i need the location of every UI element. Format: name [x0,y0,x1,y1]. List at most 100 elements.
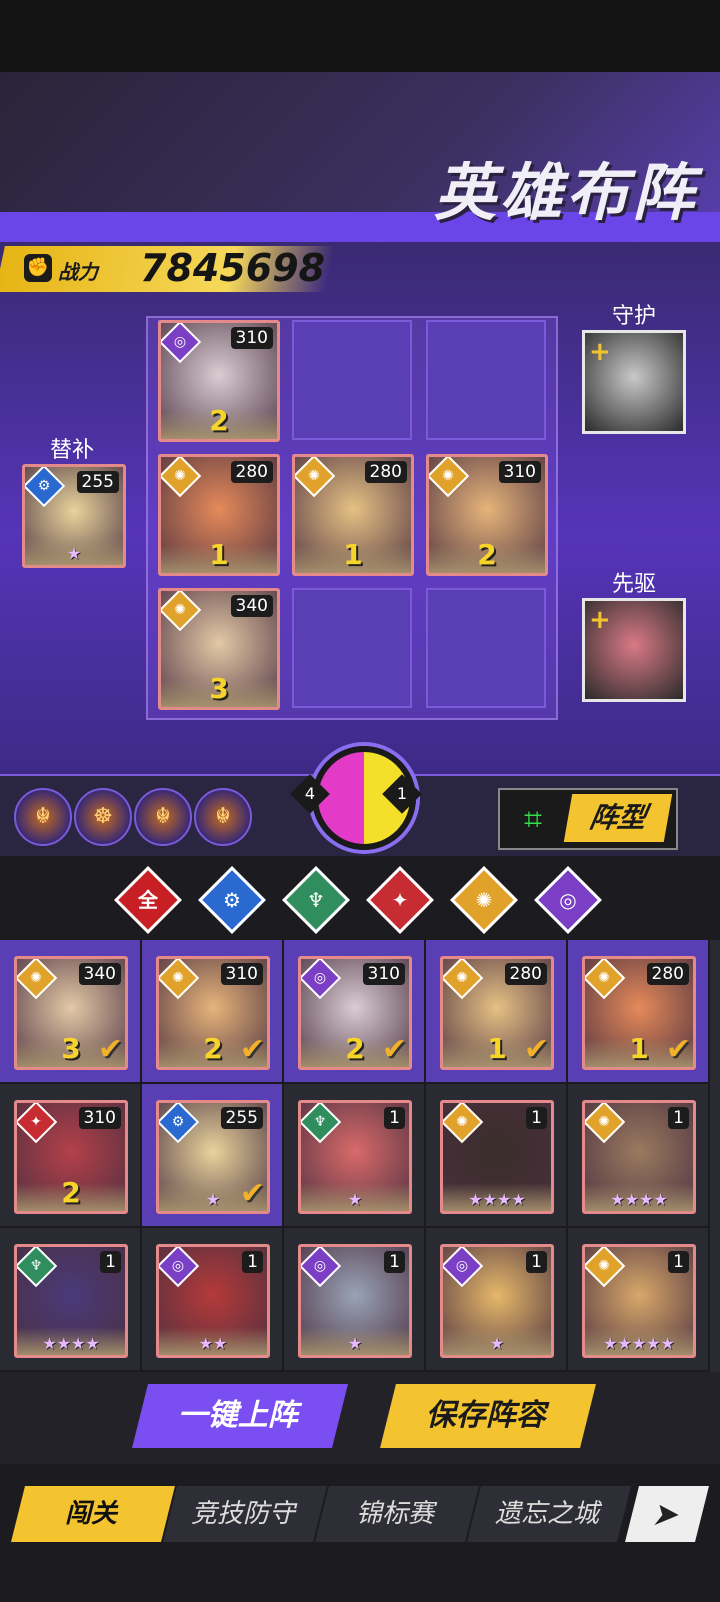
roster-cell[interactable]: ✺ 310 2 ✔ [142,940,284,1084]
filter-element-button[interactable]: ♆ [282,866,350,934]
hero-level: 255 [76,471,119,493]
hero-card[interactable]: ◎ 310 2 [158,320,280,442]
header: 英雄布阵 [0,72,720,242]
element-icon: ✺ [442,468,454,484]
hero-card[interactable]: ✺ 310 2 ✔ [156,956,270,1070]
roster-cell[interactable]: ✺ 280 1 ✔ [568,940,710,1084]
filter-element-button[interactable]: ◎ [534,866,602,934]
vanguard-label: 先驱 [611,572,656,597]
hero-card[interactable]: ✺ 280 1 [292,454,414,576]
hero-card[interactable]: ✺ 280 1 [158,454,280,576]
hero-level: 1 [668,1107,689,1129]
hero-level: 1 [668,1251,689,1273]
element-filter-bar: 全 ⚙ ♆ ✦ ✺ ◎ [0,856,720,940]
hero-card[interactable]: ✺ 1 ★★★★★ [582,1244,696,1358]
roster-cell[interactable]: ◎ 1 ★★ [142,1228,284,1372]
roster-cell[interactable]: ♆ 1 ★ [284,1084,426,1228]
element-icon: ✺ [598,1114,610,1130]
lineup-slot-3[interactable] [426,320,546,440]
hero-card[interactable]: ◎ 310 2 ✔ [298,956,412,1070]
check-icon: ✔ [381,1032,407,1067]
element-icon: ✺ [174,602,186,618]
hero-card[interactable]: ♆ 1 ★ [298,1100,412,1214]
filter-element-button[interactable]: ✦ [366,866,434,934]
hero-level: 280 [230,461,273,483]
auto-deploy-button[interactable]: 一键上阵 [132,1384,348,1448]
tab-4[interactable]: 遗忘之城 [467,1486,631,1542]
save-lineup-button[interactable]: 保存阵容 [380,1384,596,1448]
lineup-slot-2[interactable] [292,320,412,440]
tab-3[interactable]: 锦标赛 [315,1486,479,1542]
lineup-slot-9[interactable] [426,588,546,708]
hero-card[interactable]: ♆ 1 ★★★★ [14,1244,128,1358]
roster-cell[interactable]: ✺ 280 1 ✔ [426,940,568,1084]
vanguard-slot[interactable]: + [582,598,686,702]
hero-card[interactable]: ◎ 1 ★★ [156,1244,270,1358]
element-icon: ✺ [598,1258,610,1274]
hero-card[interactable]: ✺ 280 1 ✔ [440,956,554,1070]
hero-card[interactable]: ✺ 310 2 [426,454,548,576]
roster-cell[interactable]: ✺ 1 ★★★★ [426,1084,568,1228]
hero-card[interactable]: ✺ 340 3 [158,588,280,710]
roster-cell[interactable]: ✦ 310 2 [0,1084,142,1228]
element-icon: ✺ [30,970,42,986]
element-icon: ✺ [172,970,184,986]
tab-1[interactable]: 闯关 [11,1486,175,1542]
hero-stars: ★ [66,544,82,563]
element-icon: ♆ [29,1258,43,1274]
guard-slot[interactable]: + [582,330,686,434]
lineup-slot-8[interactable] [292,588,412,708]
roster-cell[interactable]: ✺ 1 ★★★★ [568,1084,710,1228]
hero-level: 280 [504,963,547,985]
skill-icon[interactable]: ☬ [14,788,72,846]
element-icon: ✺ [598,970,610,986]
filter-all-button[interactable]: 全 [114,866,182,934]
roster-cell[interactable]: ♆ 1 ★★★★ [0,1228,142,1372]
hero-card[interactable]: ◎ 1 ★ [298,1244,412,1358]
hero-card[interactable]: ◎ 1 ★ [440,1244,554,1358]
hero-rank: 2 [209,404,229,437]
substitute-hero[interactable]: ⚙ 255 ★ [22,464,126,568]
element-icon: ◎ [313,970,327,986]
hero-rank: ★ [347,1334,363,1353]
roster-cell[interactable]: ◎ 1 ★ [284,1228,426,1372]
roster-cell[interactable]: ◎ 310 2 ✔ [284,940,426,1084]
plus-icon: + [589,605,611,635]
skill-icon[interactable]: ☸ [74,788,132,846]
skill-icon[interactable]: ☬ [194,788,252,846]
hero-rank: ★ [489,1334,505,1353]
formation-button[interactable]: ⌗ 阵型 [498,788,678,850]
hero-rank: ★★★★★ [603,1334,675,1353]
roster-cell[interactable]: ✺ 1 ★★★★★ [568,1228,710,1372]
check-icon: ✔ [239,1176,265,1211]
guard-label: 守护 [611,304,656,329]
roster-cell[interactable]: ◎ 1 ★ [426,1228,568,1372]
roster-cell[interactable]: ⚙ 255 ★ ✔ [142,1084,284,1228]
plus-icon: + [589,337,611,367]
filter-element-button[interactable]: ⚙ [198,866,266,934]
hero-level: 1 [384,1107,405,1129]
element-icon: ✺ [456,970,468,986]
hero-roster: ✺ 340 3 ✔ ✺ 310 2 ✔ ◎ 310 2 ✔ ✺ 280 1 ✔ ✺ 280 1 ✔ ✦ 310 2 ⚙ 255 ★… [0,940,720,1372]
hero-level: 310 [362,963,405,985]
hero-card[interactable]: ✺ 1 ★★★★ [582,1100,696,1214]
roster-cell[interactable]: ✺ 340 3 ✔ [0,940,142,1084]
hero-level: 280 [364,461,407,483]
element-icon: ◎ [171,1258,185,1274]
tab-2[interactable]: 竞技防守 [163,1486,327,1542]
element-icon: ◎ [455,1258,469,1274]
next-arrow-icon[interactable]: ➤ [625,1486,709,1542]
hero-card[interactable]: ⚙ 255 ★ ✔ [156,1100,270,1214]
hero-level: 1 [384,1251,405,1273]
power-label: 战力 [58,260,98,284]
hero-rank: 1 [343,538,363,571]
element-icon: ♆ [313,1114,327,1130]
filter-element-button[interactable]: ✺ [450,866,518,934]
hero-card[interactable]: ✺ 280 1 ✔ [582,956,696,1070]
formation-board: ✊ 战力 7845698 ◎ 310 2 ✺ 280 1 ✺ 280 1 ✺ 310 2 ✺ 340 3 替… [0,242,720,774]
hero-card[interactable]: ✺ 1 ★★★★ [440,1100,554,1214]
hero-card[interactable]: ✺ 340 3 ✔ [14,956,128,1070]
skill-icon[interactable]: ☬ [134,788,192,846]
hero-level: 310 [230,327,273,349]
hero-card[interactable]: ✦ 310 2 [14,1100,128,1214]
